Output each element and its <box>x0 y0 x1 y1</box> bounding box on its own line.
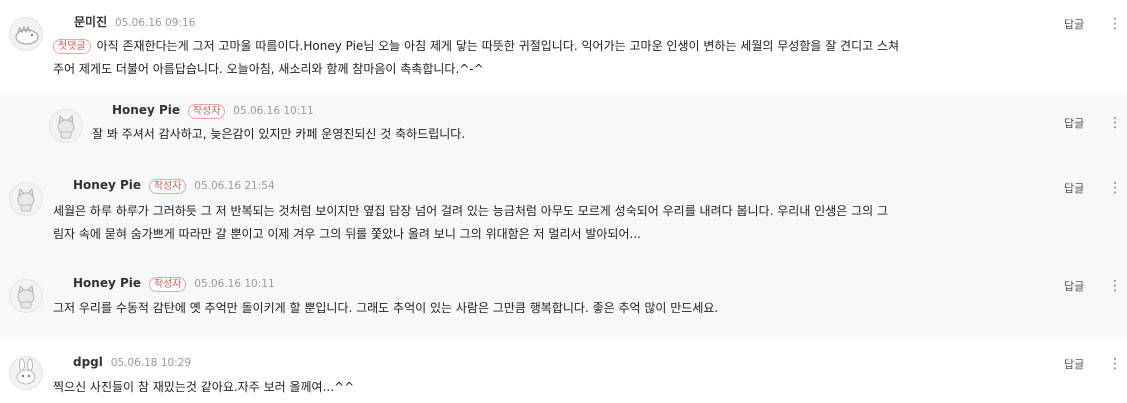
comment-item: Honey Pie 작성자 05.06.16 21:54 세월은 하루 하루가 … <box>0 167 1127 262</box>
comment-text: 세월은 하루 하루가 그러하듯 그 저 반복되는 것처럼 보이지만 옆집 담장 … <box>53 200 888 246</box>
more-options-icon[interactable]: ⋮ <box>1108 116 1122 131</box>
rabbit-avatar-icon <box>16 358 36 385</box>
comment-text: 잘 봐 주셔서 감사하고, 늦은감이 있지만 카페 운영진되신 것 축하드립니다… <box>92 123 465 146</box>
comment-text: 첫댓글 아직 존재한다는게 그저 고마울 따름이다.Honey Pie님 오늘 아… <box>53 35 899 81</box>
cat-avatar-icon <box>57 115 75 139</box>
comment-meta: Honey Pie 작성자 05.06.16 10:11 <box>73 276 275 292</box>
comment-meta: Honey Pie 작성자 05.06.16 21:54 <box>73 178 275 194</box>
comment-date: 05.06.16 21:54 <box>194 180 275 192</box>
comment-line-2: 림자 속에 묻혀 숨가쁘게 따라만 갈 뿐이고 이제 겨우 그의 뒤를 쫓았나 … <box>53 227 641 241</box>
comment-date: 05.06.16 09:16 <box>114 17 196 29</box>
comment-item: dpgl 05.06.18 10:29 찍으신 사진들이 참 재밌는것 같아요.… <box>0 337 1127 403</box>
author-badge: 작성자 <box>187 104 226 119</box>
nickname[interactable]: Honey Pie <box>73 276 141 290</box>
reply-button[interactable]: 답글 <box>1064 115 1084 131</box>
comment-item: Honey Pie 작성자 05.06.16 10:11 그저 우리를 수동적 … <box>0 262 1127 337</box>
comment-line-1: 찍으신 사진들이 참 재밌는것 같아요.자주 보러 올께여...^^ <box>53 380 355 394</box>
reply-button[interactable]: 답글 <box>1064 16 1084 32</box>
comment-date: 05.06.16 10:11 <box>194 278 275 290</box>
comment-item: Honey Pie 작성자 05.06.16 10:11 잘 봐 주셔서 감사하… <box>0 95 1127 167</box>
avatar[interactable] <box>9 356 43 390</box>
comment-date: 05.06.18 10:29 <box>110 357 192 369</box>
nickname[interactable]: 문미진 <box>74 15 107 29</box>
comment-line-2: 주어 제게도 더불어 아름답습니다. 오늘아침, 새소리와 함께 참마음이 촉촉… <box>53 62 484 76</box>
avatar[interactable] <box>9 17 43 51</box>
comment-line-1: 세월은 하루 하루가 그러하듯 그 저 반복되는 것처럼 보이지만 옆집 담장 … <box>53 204 889 218</box>
reply-button[interactable]: 답글 <box>1064 180 1084 196</box>
more-options-icon[interactable]: ⋮ <box>1108 17 1122 32</box>
comment-text: 찍으신 사진들이 참 재밌는것 같아요.자주 보러 올께여...^^ <box>53 376 354 399</box>
comment-text: 그저 우리를 수동적 감탄에 옛 추억만 돌이키게 할 뿐입니다. 그래도 추억… <box>53 297 718 320</box>
reply-button[interactable]: 답글 <box>1064 278 1084 294</box>
first-comment-badge: 첫댓글 <box>53 39 91 54</box>
avatar[interactable] <box>9 279 43 313</box>
nickname[interactable]: dpgl <box>73 355 103 369</box>
comment-line-1: 잘 봐 주셔서 감사하고, 늦은감이 있지만 카페 운영진되신 것 축하드립니다… <box>92 127 466 141</box>
more-options-icon[interactable]: ⋮ <box>1108 279 1122 294</box>
cat-avatar-icon <box>17 285 35 309</box>
comment-date: 05.06.16 10:11 <box>233 105 314 117</box>
comment-meta: Honey Pie 작성자 05.06.16 10:11 <box>112 103 314 119</box>
dino-avatar-icon <box>15 25 39 45</box>
comment-line-1: 그저 우리를 수동적 감탄에 옛 추억만 돌이키게 할 뿐입니다. 그래도 추억… <box>53 301 719 315</box>
avatar[interactable] <box>49 109 83 143</box>
cat-avatar-icon <box>17 188 35 212</box>
comment-meta: 문미진 05.06.16 09:16 <box>74 13 195 30</box>
comment-item: 문미진 05.06.16 09:16 첫댓글 아직 존재한다는게 그저 고마울 따… <box>0 0 1127 95</box>
reply-button[interactable]: 답글 <box>1064 356 1084 372</box>
more-options-icon[interactable]: ⋮ <box>1108 181 1122 196</box>
avatar[interactable] <box>9 182 43 216</box>
author-badge: 작성자 <box>148 277 187 292</box>
comment-meta: dpgl 05.06.18 10:29 <box>73 355 191 369</box>
more-options-icon[interactable]: ⋮ <box>1108 357 1122 372</box>
nickname[interactable]: Honey Pie <box>73 178 141 192</box>
nickname[interactable]: Honey Pie <box>112 103 180 117</box>
comment-line-1: 아직 존재한다는게 그저 고마울 따름이다.Honey Pie님 오늘 아침 제… <box>96 39 900 53</box>
author-badge: 작성자 <box>148 179 187 194</box>
